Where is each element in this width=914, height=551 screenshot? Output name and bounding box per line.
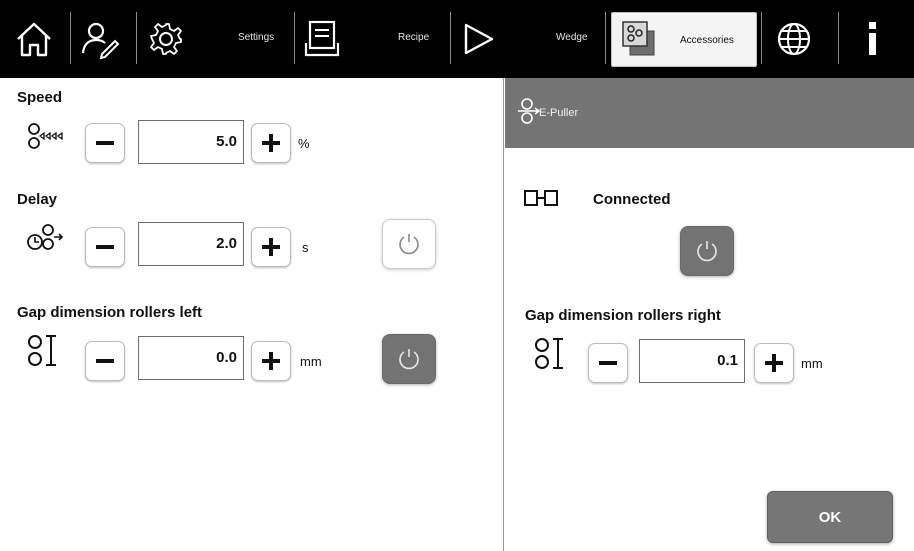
delay-input[interactable]: 2.0 [138,222,244,266]
delay-icon [27,224,64,250]
accessories-label: Accessories [680,35,734,46]
e-puller-title: E-Puller [539,107,579,119]
user-button[interactable] [78,2,122,76]
settings-label: Settings [238,32,275,43]
settings-button[interactable]: Settings [146,2,292,76]
speed-icon [28,123,63,149]
toolbar-divider [136,12,137,64]
gap-right-plus-button[interactable] [754,343,794,383]
toolbar-divider [294,12,295,64]
toolbar-divider [761,12,762,64]
info-icon [869,22,876,55]
user-edit-icon [81,22,120,60]
minus-icon [96,141,114,145]
power-icon [697,241,717,262]
toolbar-divider [70,12,71,64]
delay-power-toggle[interactable] [382,219,436,269]
gap-left-title: Gap dimension rollers left [17,304,203,321]
globe-icon [777,22,811,56]
gap-left-power-toggle[interactable] [382,334,436,384]
delay-unit: s [302,240,309,255]
delay-minus-button[interactable] [85,227,125,267]
play-icon [464,23,494,55]
toolbar-divider [450,12,451,64]
speed-minus-button[interactable] [85,123,125,163]
delay-plus-button[interactable] [251,227,291,267]
gap-left-input[interactable]: 0.0 [138,336,244,380]
gap-rollers-icon [28,335,56,366]
gap-right-unit: mm [801,356,823,371]
gap-left-unit: mm [300,354,322,369]
recipe-button[interactable]: Recipe [302,2,446,76]
accessories-icon [622,21,655,56]
minus-icon [96,245,114,249]
plus-icon [262,352,280,370]
top-toolbar: Settings Recipe Wedge Accessories [0,0,914,78]
minus-icon [96,359,114,363]
language-button[interactable] [772,2,816,76]
speed-unit: % [298,136,310,151]
recipe-icon [304,20,340,57]
recipe-label: Recipe [398,32,430,43]
plus-icon [262,134,280,152]
wedge-button[interactable]: Wedge [456,2,606,76]
home-icon [17,22,51,57]
right-panel: E-Puller Connected Gap dimension rollers… [505,78,914,551]
toolbar-divider [605,12,606,64]
gap-right-title: Gap dimension rollers right [525,307,721,324]
info-button[interactable] [860,2,886,76]
e-puller-header: E-Puller [505,78,914,148]
plus-icon [262,238,280,256]
speed-plus-button[interactable] [251,123,291,163]
left-panel: Speed 5.0 % Delay 2.0 s Gap dimension ro… [0,78,504,551]
connection-icon [524,190,558,206]
speed-input[interactable]: 5.0 [138,120,244,164]
gear-icon [150,23,182,55]
home-button[interactable] [12,2,56,76]
ok-button[interactable]: OK [767,491,893,543]
gap-rollers-icon [535,338,563,369]
gap-right-input[interactable]: 0.1 [639,339,745,383]
power-icon [399,234,419,255]
plus-icon [765,354,783,372]
e-puller-power-toggle[interactable] [680,226,734,276]
gap-left-plus-button[interactable] [251,341,291,381]
connection-status: Connected [593,191,671,208]
e-puller-icon [518,98,541,124]
gap-right-minus-button[interactable] [588,343,628,383]
minus-icon [599,361,617,365]
accessories-button[interactable]: Accessories [611,12,757,67]
wedge-label: Wedge [556,32,588,43]
power-icon [399,349,419,370]
toolbar-divider [838,12,839,64]
delay-title: Delay [17,191,58,208]
gap-left-minus-button[interactable] [85,341,125,381]
speed-title: Speed [17,89,63,106]
